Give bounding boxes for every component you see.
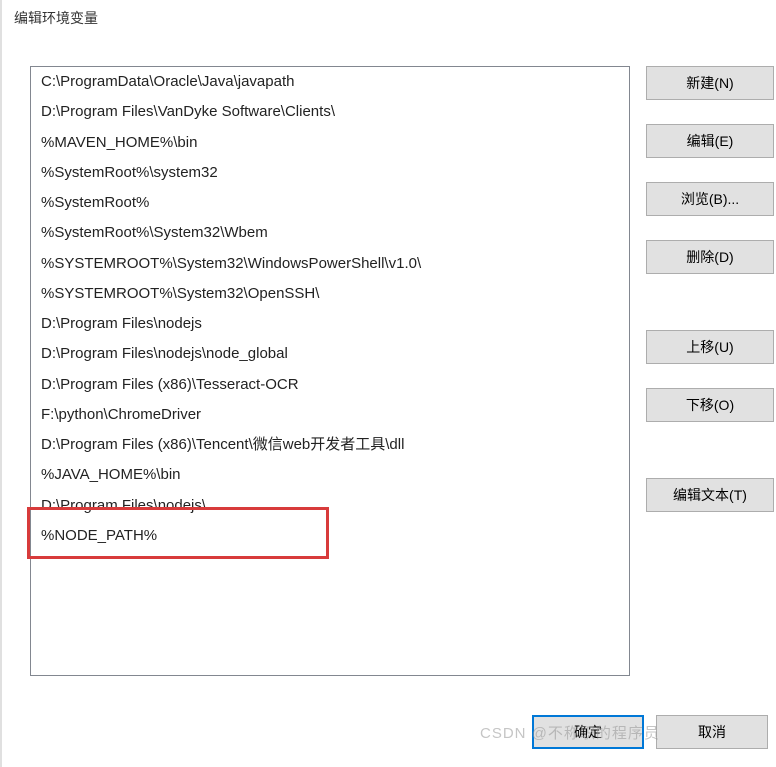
list-item[interactable]: D:\Program Files\nodejs\node_global (31, 339, 629, 369)
content-area: C:\ProgramData\Oracle\Java\javapath D:\P… (2, 36, 776, 713)
dialog-window: 编辑环境变量 C:\ProgramData\Oracle\Java\javapa… (0, 0, 776, 767)
path-listbox[interactable]: C:\ProgramData\Oracle\Java\javapath D:\P… (30, 66, 630, 676)
list-item[interactable]: D:\Program Files\nodejs\ (31, 491, 629, 521)
list-item[interactable]: D:\Program Files (x86)\Tencent\微信web开发者工… (31, 430, 629, 460)
window-title: 编辑环境变量 (14, 10, 98, 26)
list-item[interactable]: %JAVA_HOME%\bin (31, 460, 629, 490)
edit-button[interactable]: 编辑(E) (646, 124, 774, 158)
list-item[interactable]: %SYSTEMROOT%\System32\OpenSSH\ (31, 279, 629, 309)
new-button[interactable]: 新建(N) (646, 66, 774, 100)
list-item[interactable]: C:\ProgramData\Oracle\Java\javapath (31, 67, 629, 97)
edit-text-button[interactable]: 编辑文本(T) (646, 478, 774, 512)
list-item[interactable]: %SYSTEMROOT%\System32\WindowsPowerShell\… (31, 249, 629, 279)
button-column: 新建(N) 编辑(E) 浏览(B)... 删除(D) 上移(U) 下移(O) 编… (646, 66, 774, 713)
list-item[interactable]: %SystemRoot%\System32\Wbem (31, 218, 629, 248)
move-up-button[interactable]: 上移(U) (646, 330, 774, 364)
cancel-button[interactable]: 取消 (656, 715, 768, 749)
delete-button[interactable]: 删除(D) (646, 240, 774, 274)
list-item[interactable]: %MAVEN_HOME%\bin (31, 128, 629, 158)
list-item[interactable]: %SystemRoot%\system32 (31, 158, 629, 188)
list-item[interactable]: %SystemRoot% (31, 188, 629, 218)
list-item[interactable]: D:\Program Files (x86)\Tesseract-OCR (31, 370, 629, 400)
ok-button[interactable]: 确定 (532, 715, 644, 749)
title-bar: 编辑环境变量 (2, 0, 776, 36)
list-item[interactable]: D:\Program Files\VanDyke Software\Client… (31, 97, 629, 127)
list-item[interactable]: F:\python\ChromeDriver (31, 400, 629, 430)
move-down-button[interactable]: 下移(O) (646, 388, 774, 422)
bottom-bar: 确定 取消 (532, 715, 768, 749)
list-item[interactable]: %NODE_PATH% (31, 521, 629, 551)
browse-button[interactable]: 浏览(B)... (646, 182, 774, 216)
list-item[interactable]: D:\Program Files\nodejs (31, 309, 629, 339)
